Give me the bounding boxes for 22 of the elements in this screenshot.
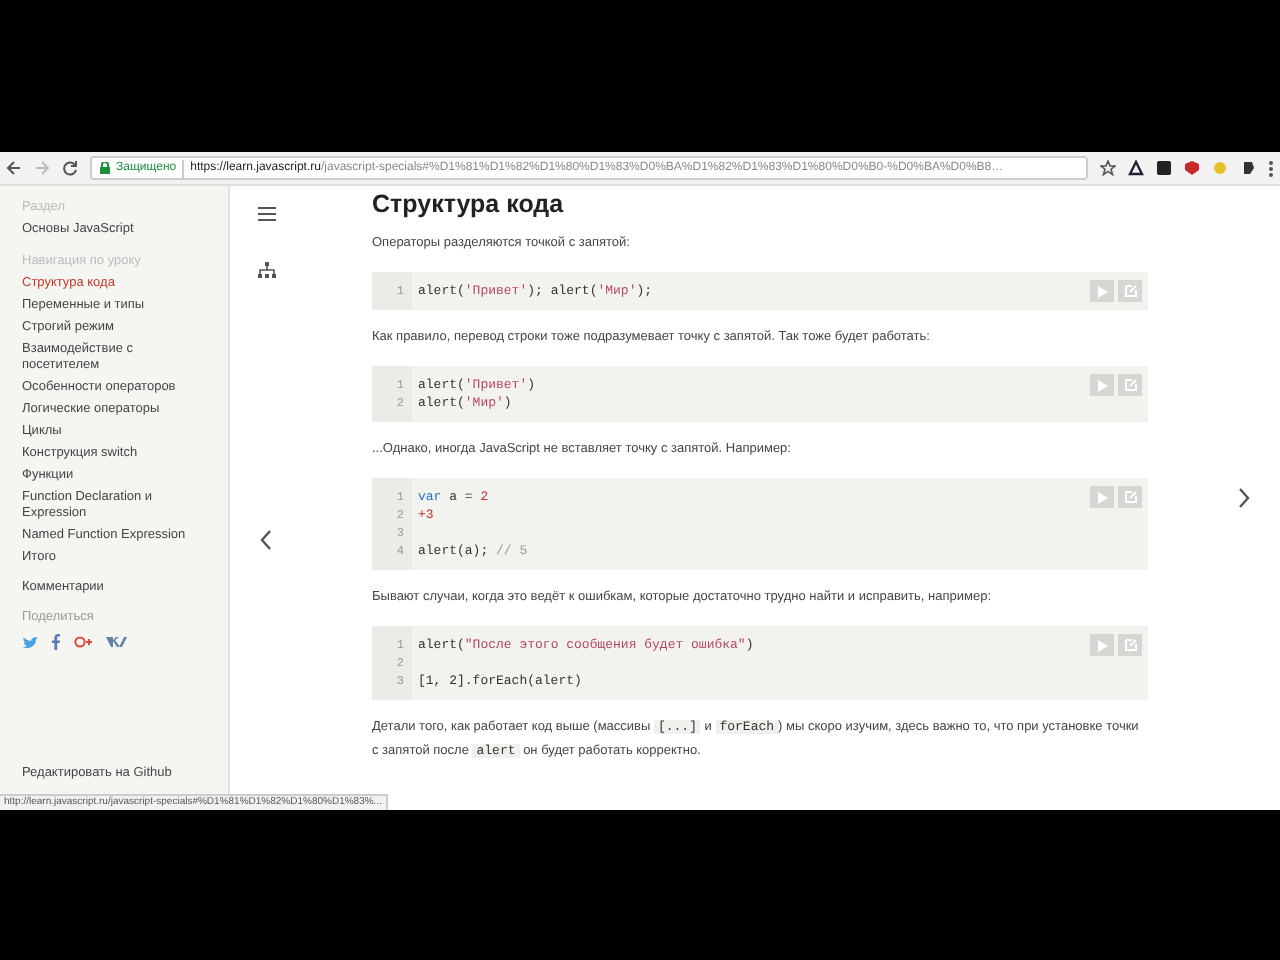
reload-icon[interactable]: [62, 160, 78, 176]
sitemap-icon[interactable]: [257, 262, 275, 278]
bird-icon[interactable]: [22, 635, 38, 649]
play-icon: [1097, 379, 1107, 391]
menu-icon[interactable]: [257, 206, 275, 222]
edit-icon: [1123, 490, 1137, 504]
chevron-right-icon[interactable]: [1238, 488, 1250, 508]
back-icon[interactable]: [6, 160, 22, 176]
play-icon: [1097, 639, 1107, 651]
lock-icon: [100, 162, 110, 174]
edit-icon: [1123, 638, 1137, 652]
plus-share-icon[interactable]: [74, 634, 92, 650]
play-icon: [1097, 285, 1107, 297]
edit-icon: [1123, 284, 1137, 298]
letter-f-icon[interactable]: [52, 634, 60, 650]
menu-icon[interactable]: [1268, 159, 1274, 177]
star-icon[interactable]: [1100, 160, 1116, 176]
play-icon: [1097, 491, 1107, 503]
vk-icon[interactable]: [106, 636, 128, 648]
chevron-left-icon[interactable]: [260, 530, 272, 550]
article-title: Структура кода: [372, 190, 566, 220]
edit-icon: [1123, 378, 1137, 392]
